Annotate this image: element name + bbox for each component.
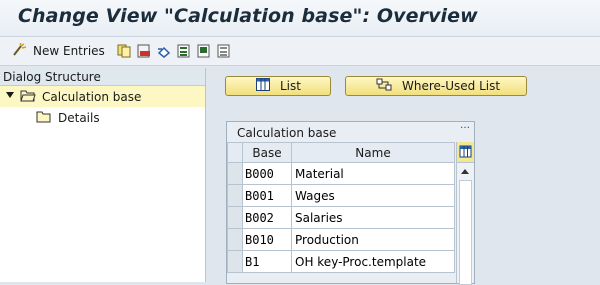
tree-item-label: Details bbox=[58, 110, 100, 125]
vertical-scrollbar[interactable] bbox=[456, 142, 474, 285]
cell-base[interactable]: B000 bbox=[242, 162, 292, 185]
cell-base[interactable]: B001 bbox=[242, 184, 292, 207]
list-icon bbox=[256, 78, 270, 94]
where-used-list-button[interactable]: Where-Used List bbox=[345, 76, 527, 96]
row-selector[interactable] bbox=[227, 162, 243, 185]
row-selector[interactable] bbox=[227, 250, 243, 273]
row-selector[interactable] bbox=[227, 228, 243, 251]
cell-base[interactable]: B010 bbox=[242, 228, 292, 251]
column-header-name[interactable]: Name bbox=[291, 142, 455, 163]
application-toolbar: New Entries bbox=[0, 37, 600, 66]
column-settings-icon[interactable] bbox=[457, 142, 474, 163]
table-row[interactable]: B000 Material bbox=[227, 162, 455, 185]
cell-name[interactable]: Salaries bbox=[291, 206, 455, 229]
cell-name[interactable]: Material bbox=[291, 162, 455, 185]
column-header-base[interactable]: Base bbox=[242, 142, 292, 163]
page-title: Change View "Calculation base": Overview bbox=[18, 5, 478, 27]
new-entries-label: New Entries bbox=[33, 44, 105, 58]
row-selector[interactable] bbox=[227, 184, 243, 207]
table-row[interactable]: B002 Salaries bbox=[227, 206, 455, 229]
table-row[interactable]: B1 OH key-Proc.template bbox=[227, 250, 455, 273]
dialog-structure-panel: Dialog Structure Calculation base Detail… bbox=[0, 68, 206, 282]
tree-item-details[interactable]: Details bbox=[0, 107, 205, 128]
dialog-structure-header: Dialog Structure bbox=[0, 68, 205, 86]
deselect-all-icon[interactable] bbox=[217, 44, 231, 58]
row-selector[interactable] bbox=[227, 206, 243, 229]
scroll-track[interactable] bbox=[459, 180, 472, 285]
list-button[interactable]: List bbox=[225, 76, 331, 96]
select-block-icon[interactable] bbox=[197, 44, 211, 58]
table-row[interactable]: B001 Wages bbox=[227, 184, 455, 207]
new-entries-icon bbox=[12, 42, 28, 61]
copy-icon[interactable] bbox=[117, 44, 131, 58]
tree-item-label: Calculation base bbox=[42, 89, 142, 104]
table-title: Calculation base … bbox=[227, 120, 474, 140]
more-icon[interactable]: … bbox=[460, 120, 470, 131]
select-all-cell[interactable] bbox=[227, 142, 243, 163]
cell-name[interactable]: Wages bbox=[291, 184, 455, 207]
table-header-row: Base Name bbox=[227, 142, 455, 163]
list-button-label: List bbox=[280, 79, 301, 93]
delete-icon[interactable] bbox=[137, 44, 151, 58]
where-used-button-label: Where-Used List bbox=[402, 79, 501, 93]
title-bar: Change View "Calculation base": Overview bbox=[0, 0, 600, 37]
cell-base[interactable]: B002 bbox=[242, 206, 292, 229]
expand-arrow-icon[interactable] bbox=[6, 92, 14, 98]
cell-name[interactable]: Production bbox=[291, 228, 455, 251]
select-all-icon[interactable] bbox=[177, 44, 191, 58]
table-title-text: Calculation base bbox=[237, 126, 337, 140]
where-used-icon bbox=[376, 78, 392, 94]
cell-base[interactable]: B1 bbox=[242, 250, 292, 273]
table-grid: Base Name B000 Material B001 Wages B002 bbox=[227, 142, 455, 273]
tree-item-calculation-base[interactable]: Calculation base bbox=[0, 86, 205, 107]
scroll-up-arrow-icon[interactable] bbox=[461, 169, 469, 174]
open-folder-icon bbox=[20, 89, 36, 105]
main-area: List Where-Used List Calculation base … … bbox=[206, 68, 600, 285]
cell-name[interactable]: OH key-Proc.template bbox=[291, 250, 455, 273]
new-entries-button[interactable]: New Entries bbox=[12, 42, 105, 61]
undo-icon[interactable] bbox=[157, 44, 171, 58]
calculation-base-table: Calculation base … Base Name B000 Materi… bbox=[226, 120, 475, 285]
table-row[interactable]: B010 Production bbox=[227, 228, 455, 251]
folder-icon bbox=[36, 110, 52, 126]
